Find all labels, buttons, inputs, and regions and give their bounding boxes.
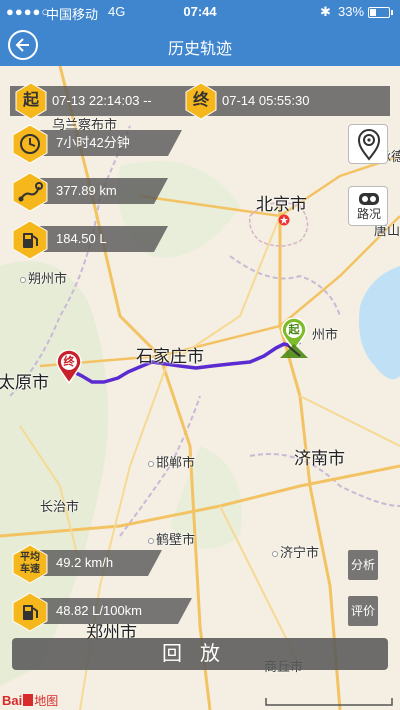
battery-icon [368, 7, 390, 18]
city-label-shijiazhuang: 石家庄市 [136, 347, 204, 366]
city-label-hebi: 鹤壁市 [148, 529, 195, 548]
replay-button[interactable]: 回放 [12, 638, 388, 670]
start-marker[interactable]: 起 [280, 317, 308, 358]
traffic-toggle-button[interactable]: 路况 [348, 186, 388, 226]
capital-star-icon [278, 214, 290, 226]
start-time: 07-13 22:14:03 -- [52, 93, 152, 108]
clock-badge [10, 124, 50, 164]
city-label-jinan: 济南市 [294, 449, 345, 468]
city-label-shuozhou: 朔州市 [20, 268, 67, 287]
location-button[interactable] [348, 124, 388, 164]
location-pin-icon [357, 129, 381, 161]
avg-fuel-badge [10, 592, 50, 632]
end-marker[interactable]: 终 [56, 349, 82, 385]
city-name: 朔州市 [28, 271, 68, 286]
battery-percent: 33% [338, 4, 365, 19]
city-name: 邯郸市 [156, 455, 196, 470]
avg-speed-badge-label: 平均 车速 [20, 552, 40, 575]
distance-badge [10, 172, 50, 212]
status-bar: ●●●●○ 中国移动 4G 07:44 ✱ 33% [0, 0, 400, 24]
city-dot [148, 460, 154, 467]
city-dot [148, 537, 154, 544]
battery-tip [391, 10, 393, 15]
bluetooth-icon: ✱ [320, 4, 331, 19]
route-icon [12, 172, 48, 212]
traffic-label: 路况 [356, 207, 381, 221]
city-label-handan: 邯郸市 [148, 452, 195, 471]
city-dot [272, 550, 278, 557]
clock-icon [12, 124, 48, 164]
fuel-badge [10, 220, 50, 260]
end-badge: 终 [184, 82, 218, 120]
avg-fuel-value: 48.82 L/100km [28, 598, 192, 624]
baidu-logo: Bai 地图 [2, 692, 58, 709]
end-marker-label: 终 [63, 356, 75, 368]
analysis-button[interactable]: 分析 [348, 550, 378, 580]
page-title: 历史轨迹 [167, 41, 232, 58]
end-badge-label: 终 [192, 92, 209, 109]
baidu-logo-text: Bai [2, 693, 23, 708]
nav-bar: 历史轨迹 [0, 24, 400, 66]
city-dot [20, 276, 26, 283]
start-marker-label: 起 [288, 324, 300, 336]
map-view[interactable]: 乌兰察布市 北京市 承德 唐山 朔州市 州市 石家庄市 太原市 邯郸市 济南市 … [0, 66, 400, 710]
end-time: 07-14 05:55:30 [222, 93, 310, 108]
fuel-pump-icon [12, 592, 48, 632]
city-label-changzhi: 长治市 [40, 499, 80, 514]
city-label-taiyuan: 太原市 [0, 373, 49, 392]
city-name: 鹤壁市 [156, 532, 196, 547]
evaluate-button[interactable]: 评价 [348, 596, 378, 626]
city-label-beijing: 北京市 [256, 195, 307, 214]
baidu-paw-icon [23, 694, 34, 706]
baidu-map-text: 地图 [34, 694, 59, 708]
start-badge-label: 起 [22, 92, 39, 109]
fuel-pump-icon [12, 220, 48, 260]
start-badge: 起 [14, 82, 48, 120]
avg-speed-badge: 平均 车速 [10, 544, 50, 584]
city-label-cangzhou: 州市 [312, 327, 339, 342]
city-name: 济宁市 [280, 545, 320, 560]
map-scale-bar [265, 698, 393, 706]
city-label-jining: 济宁市 [272, 542, 319, 561]
